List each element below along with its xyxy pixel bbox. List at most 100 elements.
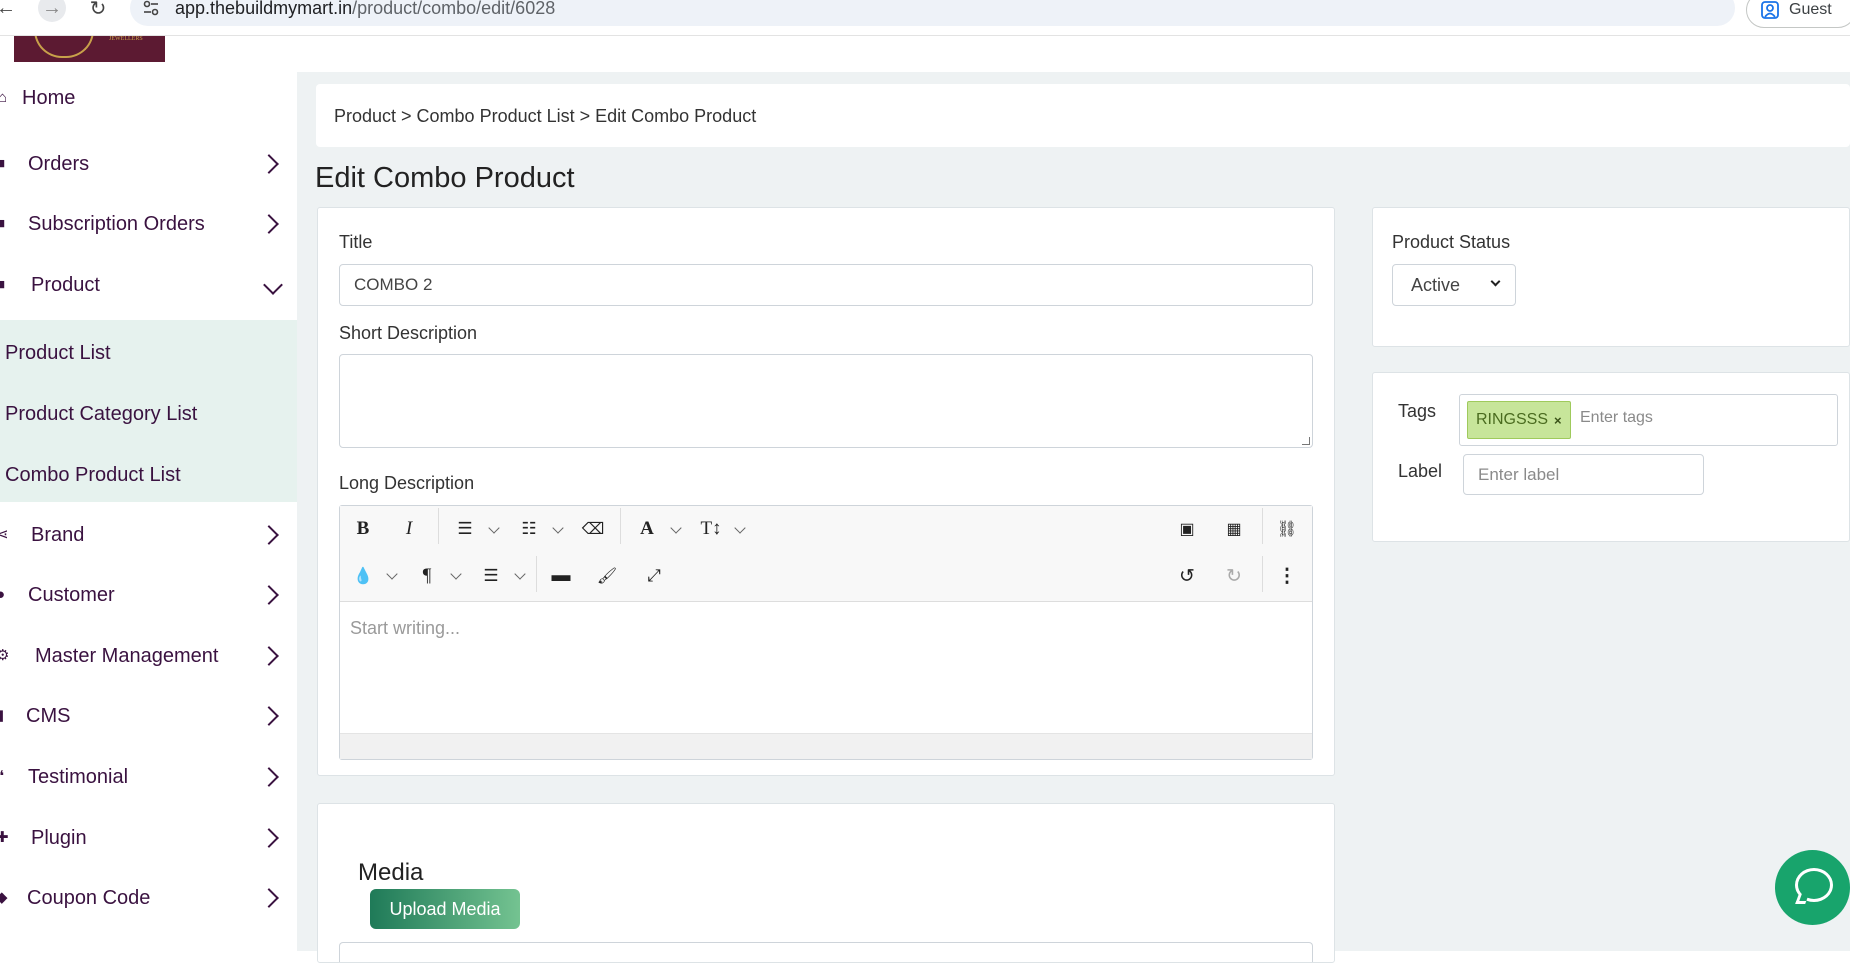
tags-input[interactable]: Enter tags bbox=[1580, 409, 1653, 427]
link-icon[interactable]: ⛓ bbox=[1274, 516, 1300, 542]
redo-icon[interactable]: ↻ bbox=[1221, 563, 1247, 589]
chevron-down-icon bbox=[1490, 276, 1501, 287]
horizontal-rule-icon[interactable]: ▬ bbox=[548, 563, 574, 589]
product-status-select[interactable]: Active bbox=[1392, 264, 1516, 306]
short-description-label: Short Description bbox=[339, 323, 478, 343]
profile-label: Guest bbox=[1789, 1, 1832, 18]
logo-text: JEWELLERS bbox=[109, 36, 143, 42]
sidebar-item-label: Plugin bbox=[31, 826, 87, 849]
chat-widget-button[interactable] bbox=[1775, 850, 1850, 925]
font-color-icon[interactable]: A bbox=[634, 516, 660, 542]
sidebar-item-subscription-orders[interactable]: ■ Subscription Orders bbox=[0, 204, 297, 244]
upload-media-button[interactable]: Upload Media bbox=[370, 889, 520, 929]
more-options-icon[interactable]: ⋮ bbox=[1274, 563, 1300, 589]
quote-icon: ❝ bbox=[0, 768, 5, 785]
brand-logo[interactable]: JEWELLERS bbox=[14, 36, 165, 62]
chevron-down-icon[interactable] bbox=[450, 568, 462, 580]
format-painter-icon[interactable]: 🖌 bbox=[594, 563, 620, 589]
page-title: Edit Combo Product bbox=[315, 162, 575, 194]
fullscreen-icon[interactable]: ⤢ bbox=[641, 563, 667, 589]
eraser-icon[interactable]: ⌫ bbox=[580, 516, 606, 542]
product-details-card: Title COMBO 2 Short Description Long Des… bbox=[317, 207, 1335, 776]
font-size-icon[interactable]: T↕ bbox=[698, 516, 724, 542]
close-icon[interactable]: × bbox=[1554, 413, 1562, 428]
sidebar-item-label: CMS bbox=[26, 704, 71, 727]
toolbar-divider bbox=[1262, 508, 1263, 544]
label-input[interactable]: Enter label bbox=[1463, 454, 1704, 495]
profile-icon bbox=[1761, 1, 1779, 19]
chevron-right-icon bbox=[259, 767, 279, 787]
logo-emblem bbox=[34, 36, 94, 58]
sidebar-item-label: Orders bbox=[28, 152, 90, 175]
sidebar-item-label: Customer bbox=[28, 583, 115, 606]
color-drop-icon[interactable]: 💧 bbox=[350, 563, 376, 589]
url-text: app.thebuildmymart.in/product/combo/edit… bbox=[175, 0, 556, 18]
undo-icon[interactable]: ↺ bbox=[1174, 563, 1200, 589]
sidebar-item-cms[interactable]: ▮ CMS bbox=[0, 696, 297, 736]
forward-arrow-icon[interactable]: → bbox=[38, 0, 66, 22]
align-left-icon[interactable]: ☰ bbox=[478, 563, 504, 589]
toolbar-divider bbox=[1262, 556, 1263, 592]
sidebar-item-label: Coupon Code bbox=[27, 886, 151, 909]
media-title: Media bbox=[358, 859, 424, 886]
sidebar-item-customer[interactable]: ● Customer bbox=[0, 575, 297, 615]
submenu-item-product-list[interactable]: Product List bbox=[5, 342, 111, 365]
sidebar-item-product[interactable]: ■ Product bbox=[0, 265, 297, 305]
italic-icon[interactable]: I bbox=[396, 516, 422, 542]
media-dropzone[interactable] bbox=[339, 942, 1313, 962]
media-card: Media Upload Media bbox=[317, 803, 1335, 963]
chevron-down-icon[interactable] bbox=[670, 522, 682, 534]
editor-toolbar: B I ☰ ☷ ⌫ A T↕ ▣ ▦ ⛓ 💧 ¶ ☰ ▬ 🖌 ⤢ ↺ ↻ ⋮ bbox=[340, 506, 1312, 602]
browser-toolbar: ← → ↻ app.thebuildmymart.in/product/comb… bbox=[0, 0, 1850, 36]
sidebar-item-home[interactable]: ⌂ Home bbox=[0, 78, 297, 118]
chevron-down-icon[interactable] bbox=[514, 568, 526, 580]
chevron-down-icon[interactable] bbox=[488, 522, 500, 534]
chevron-down-icon[interactable] bbox=[386, 568, 398, 580]
submenu-item-combo-product-list[interactable]: Combo Product List bbox=[5, 464, 181, 487]
numbered-list-icon[interactable]: ☷ bbox=[516, 516, 542, 542]
breadcrumb: Product > Combo Product List > Edit Comb… bbox=[334, 106, 757, 126]
chevron-right-icon bbox=[259, 646, 279, 666]
profile-button[interactable]: Guest bbox=[1746, 0, 1850, 28]
shopping-bag-icon: ■ bbox=[0, 155, 6, 172]
user-icon: ● bbox=[0, 586, 6, 603]
paragraph-icon[interactable]: ¶ bbox=[414, 563, 440, 589]
back-arrow-icon[interactable]: ← bbox=[0, 0, 20, 22]
resize-handle-icon[interactable] bbox=[1302, 437, 1310, 445]
title-label: Title bbox=[339, 232, 373, 252]
tag-label: RINGSSS bbox=[1476, 411, 1549, 428]
long-description-label: Long Description bbox=[339, 473, 475, 493]
site-settings-icon[interactable] bbox=[142, 0, 160, 17]
tags-input-box[interactable]: RINGSSS × Enter tags bbox=[1459, 394, 1838, 446]
sidebar-item-testimonial[interactable]: ❝ Testimonial bbox=[0, 757, 297, 797]
image-icon[interactable]: ▣ bbox=[1174, 516, 1200, 542]
chevron-down-icon[interactable] bbox=[734, 522, 746, 534]
submenu-item-product-category-list[interactable]: Product Category List bbox=[5, 403, 197, 426]
bold-icon[interactable]: B bbox=[350, 516, 376, 542]
chevron-right-icon bbox=[259, 154, 279, 174]
tag-chip: RINGSSS × bbox=[1467, 401, 1571, 439]
sidebar-item-orders[interactable]: ■ Orders bbox=[0, 144, 297, 184]
chevron-right-icon bbox=[259, 525, 279, 545]
chevron-down-icon[interactable] bbox=[552, 522, 564, 534]
sidebar-item-brand[interactable]: ⋖ Brand bbox=[0, 515, 297, 555]
address-bar[interactable]: app.thebuildmymart.in/product/combo/edit… bbox=[130, 0, 1735, 26]
editor-content[interactable]: Start writing... bbox=[350, 618, 460, 639]
sidebar-item-coupon-code[interactable]: ◆ Coupon Code bbox=[0, 878, 297, 918]
archive-icon: ■ bbox=[0, 276, 6, 293]
product-status-label: Product Status bbox=[1392, 232, 1511, 252]
short-description-textarea[interactable] bbox=[339, 354, 1313, 448]
sidebar-item-label: Product bbox=[31, 273, 100, 296]
home-icon: ⌂ bbox=[0, 89, 8, 106]
chevron-down-icon bbox=[263, 275, 283, 295]
sidebar-item-plugin[interactable]: ✚ Plugin bbox=[0, 818, 297, 858]
reload-icon[interactable]: ↻ bbox=[84, 0, 112, 22]
title-input[interactable]: COMBO 2 bbox=[339, 264, 1313, 306]
chevron-right-icon bbox=[259, 214, 279, 234]
bullet-list-icon[interactable]: ☰ bbox=[452, 516, 478, 542]
chevron-right-icon bbox=[259, 585, 279, 605]
main-content: Product > Combo Product List > Edit Comb… bbox=[297, 72, 1850, 963]
product-status-value: Active bbox=[1411, 274, 1461, 295]
sidebar-item-master-management[interactable]: ⚙ Master Management bbox=[0, 636, 297, 676]
table-icon[interactable]: ▦ bbox=[1221, 516, 1247, 542]
